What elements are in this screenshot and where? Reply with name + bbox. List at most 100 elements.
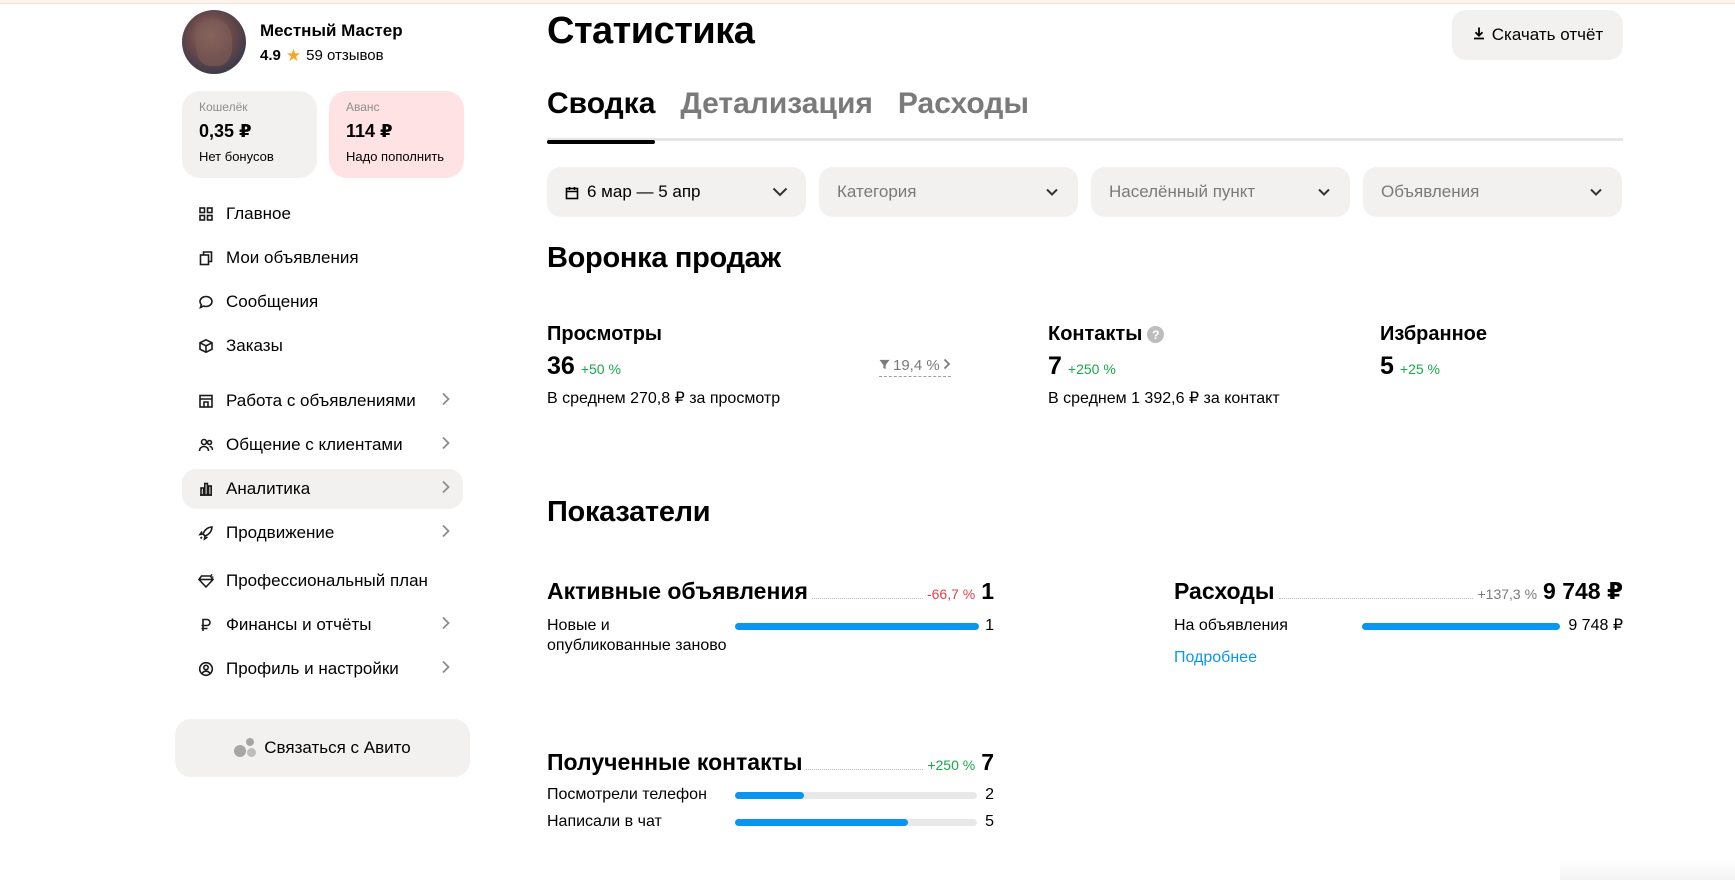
box-icon [198, 338, 214, 354]
row-value: 2 [985, 786, 994, 803]
sidebar-item-messages[interactable]: Сообщения [182, 282, 463, 322]
row-value: 5 [985, 813, 994, 830]
funnel-title: Воронка продаж [547, 242, 781, 274]
sidebar-item-finance[interactable]: Финансы и отчёты [182, 605, 463, 645]
sidebar-item-label: Работа с объявлениями [226, 391, 416, 410]
chevron-right-icon [943, 357, 951, 374]
tabs: Сводка Детализация Расходы [547, 85, 1623, 144]
wallet-label: Кошелёк [199, 100, 248, 114]
expenses-value: 9 748 ₽ [1543, 578, 1623, 604]
advance-label: Аванс [346, 100, 380, 114]
date-range-value: 6 мар — 5 апр [587, 182, 701, 201]
contact-avito-button[interactable]: Связаться с Авито [175, 719, 470, 777]
sidebar: Местный Мастер 4.9 ★ 59 отзывов Кошелёк … [175, 10, 475, 777]
views-delta: +50 % [580, 361, 621, 377]
progress-bar [735, 623, 979, 630]
views-sub: В среднем 270,8 ₽ за просмотр [547, 390, 781, 407]
sidebar-item-label: Сообщения [226, 292, 319, 311]
profile-name[interactable]: Местный Мастер [260, 21, 403, 41]
ads-placeholder: Объявления [1381, 182, 1480, 201]
avatar[interactable] [182, 10, 246, 74]
contacts-received-value: 7 [981, 749, 994, 775]
chevron-right-icon [441, 480, 451, 499]
tab-details[interactable]: Детализация [680, 85, 873, 141]
expenses-title: Расходы [1174, 578, 1275, 604]
ads-select[interactable]: Объявления [1363, 167, 1622, 217]
row-label: Написали в чат [547, 813, 662, 830]
download-report-label: Скачать отчёт [1491, 25, 1604, 44]
chevron-right-icon [441, 616, 451, 635]
sidebar-item-main[interactable]: Главное [182, 194, 463, 234]
favorites-value: 5 [1380, 352, 1394, 380]
progress-bar [1362, 623, 1560, 630]
row-value: 1 [985, 617, 994, 634]
contacts-sub: В среднем 1 392,6 ₽ за контакт [1048, 390, 1280, 407]
calendar-icon [565, 185, 579, 200]
active-ads-delta: -66,7 % [926, 586, 976, 602]
tab-expenses[interactable]: Расходы [898, 85, 1029, 141]
reviews-count: 59 отзывов [306, 46, 384, 64]
metric-row: Новые и опубликованные заново 1 [547, 616, 994, 656]
row-label: Посмотрели телефон [547, 786, 707, 803]
sidebar-item-ads-work[interactable]: Работа с объявлениями [182, 381, 463, 421]
chevron-right-icon [441, 660, 451, 679]
top-border [0, 0, 1735, 4]
tab-summary[interactable]: Сводка [547, 85, 656, 144]
sidebar-item-label: Общение с клиентами [226, 435, 403, 454]
sidebar-item-profile-settings[interactable]: Профиль и настройки [182, 649, 463, 689]
profile-block[interactable]: Местный Мастер 4.9 ★ 59 отзывов [182, 10, 475, 74]
metric-row: Написали в чат 5 [547, 812, 994, 832]
sidebar-item-label: Мои объявления [226, 248, 359, 267]
ruble-icon [198, 617, 214, 633]
funnel-favorites: Избранное 5 +25 % [1380, 323, 1487, 381]
user-circle-icon [198, 661, 214, 677]
progress-bar [735, 819, 977, 826]
favorites-delta: +25 % [1399, 361, 1440, 377]
sidebar-item-promotion[interactable]: Продвижение [182, 513, 463, 553]
sidebar-item-pro-plan[interactable]: Профессиональный план [182, 561, 463, 601]
location-select[interactable]: Населённый пункт [1091, 167, 1350, 217]
date-range-select[interactable]: 6 мар — 5 апр [547, 167, 806, 217]
expenses-delta: +137,3 % [1477, 586, 1538, 602]
sidebar-item-clients[interactable]: Общение с клиентами [182, 425, 463, 465]
category-placeholder: Категория [837, 182, 917, 201]
sidebar-item-orders[interactable]: Заказы [182, 326, 463, 366]
location-placeholder: Населённый пункт [1109, 182, 1256, 201]
bar-chart-icon [198, 481, 214, 497]
chevron-down-icon [1588, 182, 1604, 202]
download-icon [1472, 25, 1486, 45]
active-ads-value: 1 [981, 578, 994, 604]
sidebar-item-label: Главное [226, 204, 291, 223]
grid-icon [198, 206, 214, 222]
profile-rating[interactable]: 4.9 ★ 59 отзывов [260, 47, 403, 64]
wallet-card[interactable]: Кошелёк 0,35 ₽ Нет бонусов [182, 91, 317, 178]
advance-value: 114 ₽ [346, 121, 393, 141]
conversion-link[interactable]: 19,4 % [879, 357, 951, 377]
help-icon[interactable]: ? [1147, 326, 1165, 343]
dotted-leader [806, 769, 924, 770]
sidebar-item-my-ads[interactable]: Мои объявления [182, 238, 463, 278]
indicators-title: Показатели [547, 496, 711, 528]
chat-bubble-icon [198, 294, 214, 310]
contacts-delta: +250 % [1067, 361, 1116, 377]
filters: 6 мар — 5 апр Категория Населённый пункт… [547, 167, 1622, 217]
advance-sub: Надо пополнить [346, 149, 445, 164]
copy-icon [198, 250, 214, 266]
page-title: Статистика [547, 10, 755, 52]
contact-avito-label: Связаться с Авито [264, 738, 411, 757]
funnel-views: Просмотры 36 +50 % В среднем 270,8 ₽ за … [547, 323, 780, 408]
download-report-button[interactable]: Скачать отчёт [1452, 10, 1623, 60]
more-details-link[interactable]: Подробнее [1174, 649, 1257, 666]
progress-fill [735, 623, 979, 630]
advance-card[interactable]: Аванс 114 ₽ Надо пополнить [329, 91, 464, 178]
conversion-value: 19,4 % [893, 357, 940, 374]
sidebar-item-analytics[interactable]: Аналитика [182, 469, 463, 509]
progress-fill [735, 819, 908, 826]
diamond-icon [198, 573, 214, 589]
avito-logo-icon [234, 738, 257, 758]
sidebar-item-label: Профиль и настройки [226, 659, 399, 678]
chevron-right-icon [441, 524, 451, 543]
active-ads-metric: Активные объявления -66,7 % 1 Новые и оп… [547, 578, 994, 656]
dotted-leader [1278, 598, 1474, 599]
category-select[interactable]: Категория [819, 167, 1078, 217]
